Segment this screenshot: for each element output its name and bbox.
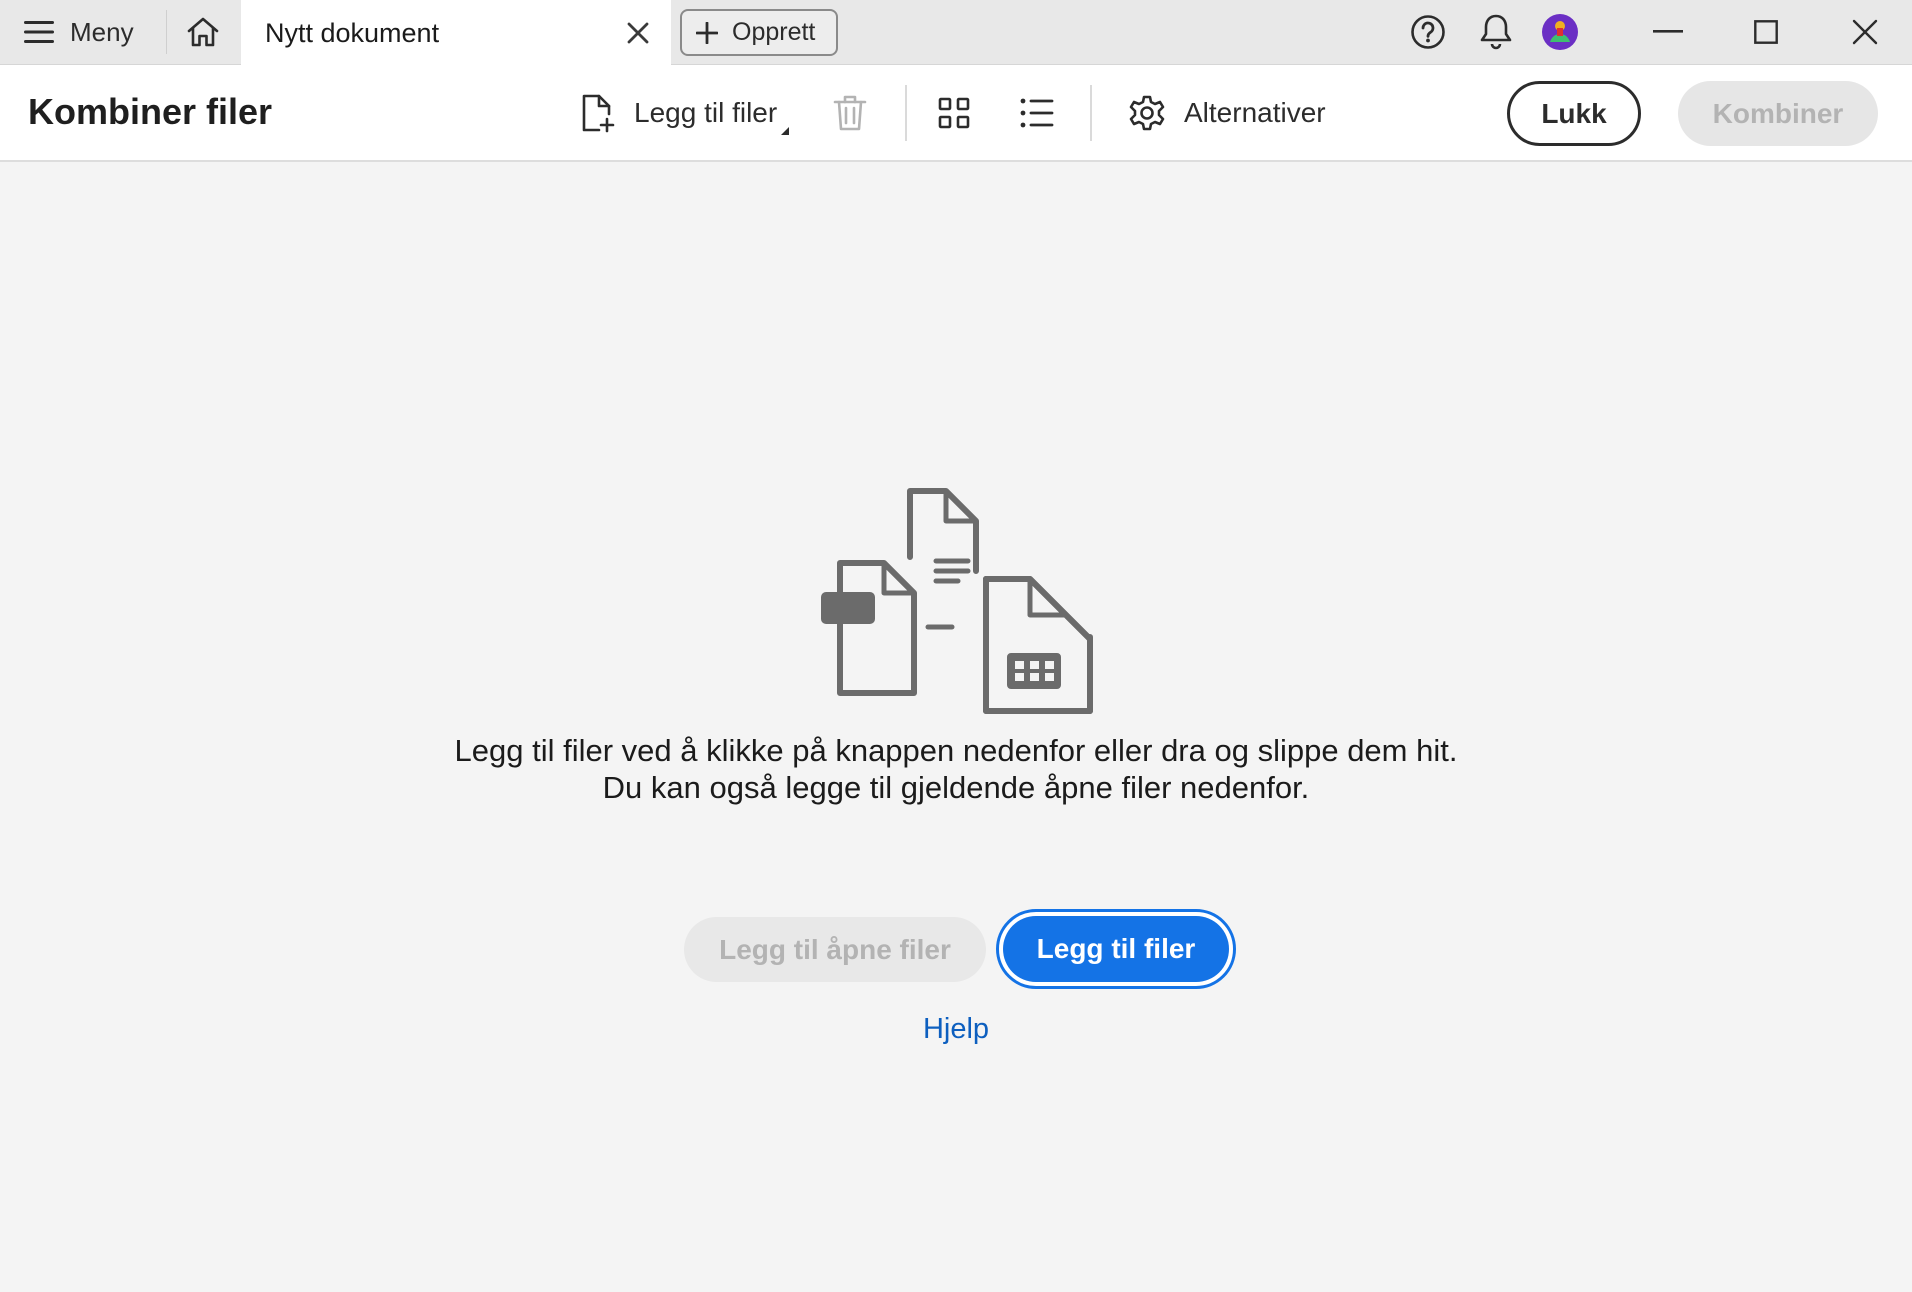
help-link[interactable]: Hjelp: [0, 1013, 1912, 1046]
trash-icon: [833, 95, 867, 131]
instruction-text-line1: Legg til filer ved å klikke på knappen n…: [454, 733, 1458, 768]
divider: [905, 85, 907, 141]
title-bar: Meny Nytt dokument Opprett: [0, 0, 1912, 66]
options-label: Alternativer: [1184, 97, 1326, 128]
home-button[interactable]: [167, 0, 239, 64]
maximize-icon: [1754, 20, 1778, 44]
add-files-button[interactable]: Legg til filer: [996, 909, 1236, 989]
combine-files-illustration: [821, 488, 1093, 714]
minimize-button[interactable]: [1618, 0, 1718, 64]
delete-button: [832, 85, 868, 141]
close-icon: [627, 22, 649, 44]
instruction-text-line2: Du kan også legge til gjeldende åpne fil…: [602, 770, 1310, 805]
tab-label: Nytt dokument: [265, 17, 440, 48]
add-file-icon: [582, 94, 615, 133]
avatar-icon: [1542, 14, 1578, 50]
list-view-icon: [1020, 98, 1054, 128]
maximize-button[interactable]: [1716, 0, 1816, 64]
create-button[interactable]: Opprett: [680, 9, 838, 56]
add-files-dropdown-button[interactable]: Legg til filer: [580, 85, 790, 141]
menu-label: Meny: [70, 16, 134, 47]
user-avatar[interactable]: [1536, 10, 1584, 54]
close-tool-button[interactable]: Lukk: [1507, 81, 1641, 146]
home-icon: [187, 17, 219, 47]
close-icon: [1852, 19, 1878, 45]
gear-icon: [1129, 95, 1165, 131]
page-title: Kombiner filer: [28, 91, 273, 132]
tab-new-document[interactable]: Nytt dokument: [241, 0, 671, 66]
add-files-button-label: Legg til filer: [1003, 916, 1229, 982]
document-icon: [837, 560, 917, 696]
thumbnail-view-button[interactable]: [937, 85, 971, 141]
grid-view-icon: [938, 97, 970, 129]
toolbar: Kombiner filer Legg til filer Alternativ…: [0, 65, 1912, 162]
add-files-label: Legg til filer: [634, 97, 778, 128]
options-button[interactable]: Alternativer: [1128, 85, 1326, 141]
plus-icon: [696, 21, 718, 44]
hamburger-icon: [24, 21, 54, 43]
bell-icon: [1480, 14, 1512, 50]
divider: [1090, 85, 1092, 141]
notifications-button[interactable]: [1472, 10, 1520, 54]
window-close-button[interactable]: [1815, 0, 1912, 64]
create-label: Opprett: [732, 18, 816, 46]
add-open-files-button: Legg til åpne filer: [684, 917, 986, 982]
tab-close-button[interactable]: [623, 18, 653, 48]
help-icon: [1411, 15, 1445, 49]
dropdown-indicator-icon: [781, 127, 790, 135]
minimize-icon: [1653, 30, 1683, 33]
drop-zone[interactable]: [0, 163, 1912, 1292]
menu-button[interactable]: Meny: [0, 0, 165, 64]
help-button[interactable]: [1404, 10, 1452, 54]
combine-button: Kombiner: [1678, 81, 1878, 146]
list-view-button[interactable]: [1019, 85, 1055, 141]
